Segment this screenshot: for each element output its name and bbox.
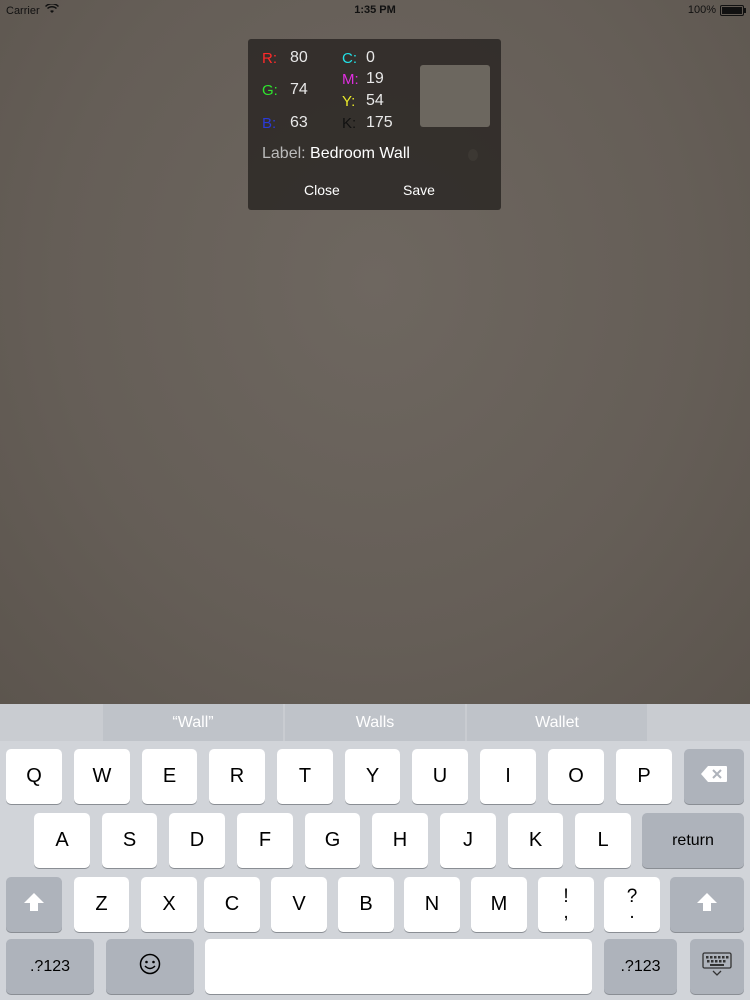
shift-icon: [23, 892, 45, 917]
key-w[interactable]: W: [74, 749, 130, 804]
red-row: R: 80: [262, 49, 308, 67]
key-p[interactable]: P: [616, 749, 672, 804]
suggestion-bar: “Wall” Walls Wallet: [0, 704, 750, 741]
magenta-label: M:: [342, 70, 359, 88]
yellow-value: 54: [366, 92, 384, 109]
magenta-value: 19: [366, 70, 384, 87]
clock: 1:35 PM: [354, 4, 396, 16]
key-b[interactable]: B: [338, 877, 394, 932]
black-value: 175: [366, 114, 393, 131]
return-key[interactable]: return: [642, 813, 744, 868]
key-u[interactable]: U: [412, 749, 468, 804]
green-row: G: 74: [262, 81, 308, 99]
key-l[interactable]: L: [575, 813, 631, 868]
space-bar[interactable]: [205, 939, 592, 994]
magenta-row: M: 19: [342, 70, 384, 88]
key-exclamation-comma[interactable]: ! ,: [538, 877, 594, 932]
delete-icon: [700, 765, 728, 788]
clear-text-icon[interactable]: [468, 149, 478, 161]
key-r[interactable]: R: [209, 749, 265, 804]
blue-label: B:: [262, 114, 277, 132]
numbers-key-left[interactable]: .?123: [6, 939, 94, 994]
key-z[interactable]: Z: [74, 877, 129, 932]
dismiss-keyboard-key[interactable]: [690, 939, 744, 994]
delete-key[interactable]: [684, 749, 744, 804]
emoji-key[interactable]: [106, 939, 194, 994]
key-e[interactable]: E: [142, 749, 197, 804]
emoji-icon: [139, 953, 161, 980]
key-n[interactable]: N: [404, 877, 460, 932]
key-d[interactable]: D: [169, 813, 225, 868]
key-m[interactable]: M: [471, 877, 527, 932]
save-button[interactable]: Save: [403, 182, 435, 198]
battery-icon: [720, 4, 746, 16]
cyan-row: C: 0: [342, 49, 375, 67]
key-comma-label: ,: [563, 901, 569, 923]
green-value: 74: [290, 81, 308, 98]
green-label: G:: [262, 81, 278, 99]
cyan-value: 0: [366, 49, 375, 66]
key-c[interactable]: C: [204, 877, 260, 932]
keyboard-dismiss-icon: [702, 952, 732, 981]
label-input[interactable]: Bedroom Wall: [310, 145, 410, 162]
key-q[interactable]: Q: [6, 749, 62, 804]
key-g[interactable]: G: [305, 813, 360, 868]
black-row: K: 175: [342, 114, 393, 132]
blue-value: 63: [290, 114, 308, 131]
red-value: 80: [290, 49, 308, 66]
suggestion-3[interactable]: Wallet: [467, 704, 647, 741]
key-v[interactable]: V: [271, 877, 327, 932]
red-label: R:: [262, 49, 277, 67]
shift-icon: [696, 892, 718, 917]
keyboard: “Wall” Walls Wallet Q W E R T Y U I O P …: [0, 704, 750, 1000]
key-k[interactable]: K: [508, 813, 563, 868]
key-s[interactable]: S: [102, 813, 157, 868]
yellow-label: Y:: [342, 92, 356, 110]
label-row: Label: Bedroom Wall: [262, 145, 410, 163]
numbers-key-right[interactable]: .?123: [604, 939, 677, 994]
key-h[interactable]: H: [372, 813, 428, 868]
key-period-label: .: [629, 901, 635, 923]
key-j[interactable]: J: [440, 813, 496, 868]
key-f[interactable]: F: [237, 813, 293, 868]
battery-percent: 100%: [687, 4, 716, 16]
key-question-period[interactable]: ? .: [604, 877, 660, 932]
suggestion-1[interactable]: “Wall”: [103, 704, 283, 741]
cyan-label: C:: [342, 49, 357, 67]
yellow-row: Y: 54: [342, 92, 384, 110]
key-x[interactable]: X: [141, 877, 197, 932]
key-i[interactable]: I: [480, 749, 536, 804]
blue-row: B: 63: [262, 114, 308, 132]
shift-key-left[interactable]: [6, 877, 62, 932]
status-bar: Carrier 1:35 PM 100%: [0, 0, 750, 20]
key-t[interactable]: T: [277, 749, 333, 804]
key-a[interactable]: A: [34, 813, 90, 868]
black-label: K:: [342, 114, 357, 132]
shift-key-right[interactable]: [670, 877, 744, 932]
key-o[interactable]: O: [548, 749, 604, 804]
suggestion-2[interactable]: Walls: [285, 704, 465, 741]
key-y[interactable]: Y: [345, 749, 400, 804]
label-prefix: Label:: [262, 145, 306, 162]
color-swatch: [420, 65, 490, 127]
color-info-popup: R: 80 G: 74 B: 63 C: 0 M: 19 Y: 54 K: 17…: [248, 39, 501, 210]
close-button[interactable]: Close: [304, 182, 340, 198]
